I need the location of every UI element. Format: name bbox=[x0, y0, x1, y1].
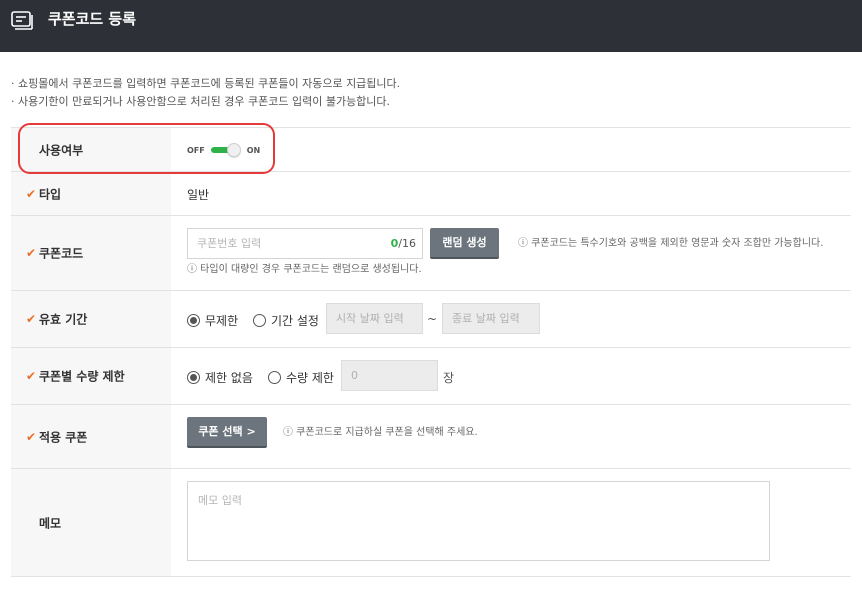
date-range-tilde: ~ bbox=[427, 312, 438, 326]
coupon-code-input[interactable]: 쿠폰번호 입력 0/16 bbox=[187, 228, 423, 259]
label-cell: ✔ 유효 기간 bbox=[11, 291, 171, 347]
memo-label: 메모 bbox=[39, 516, 62, 530]
type-value: 일반 bbox=[187, 188, 210, 202]
code-help-below: ⓘ 타입이 대량인 경우 쿠폰코드는 랜덤으로 생성됩니다. bbox=[187, 264, 422, 275]
row-period: ✔ 유효 기간 무제한 기간 설정 시작 날짜 입력 ~ 종료 날짜 입력 bbox=[11, 291, 851, 348]
radio-dot bbox=[268, 371, 281, 384]
limit-qty-label: 수량 제한 bbox=[286, 371, 334, 385]
coupon-code-placeholder: 쿠폰번호 입력 bbox=[197, 237, 262, 250]
notice-line-1: · 쇼핑몰에서 쿠폰코드를 입력하면 쿠폰코드에 등록된 쿠폰들이 자동으로 지… bbox=[11, 77, 401, 90]
quantity-unit: 장 bbox=[443, 371, 455, 385]
limit-qty-radio[interactable]: 수량 제한 bbox=[268, 369, 334, 386]
quantity-input[interactable]: 0 bbox=[341, 360, 438, 391]
start-date-input[interactable]: 시작 날짜 입력 bbox=[326, 303, 423, 334]
page-header: 쿠폰코드 등록 bbox=[0, 0, 862, 52]
random-generate-button[interactable]: 랜덤 생성 bbox=[430, 228, 499, 259]
radio-dot bbox=[253, 314, 266, 327]
highlight-annotation bbox=[18, 123, 275, 174]
type-label: 타입 bbox=[39, 187, 62, 201]
end-date-input[interactable]: 종료 날짜 입력 bbox=[442, 303, 540, 334]
required-check-icon: ✔ bbox=[26, 246, 37, 260]
radio-dot bbox=[187, 371, 200, 384]
char-counter: 0/16 bbox=[391, 229, 416, 258]
row-memo: 메모 메모 입력 bbox=[11, 469, 851, 577]
row-code: ✔ 쿠폰코드 쿠폰번호 입력 0/16 랜덤 생성 ⓘ 쿠폰코드는 특수기호와 … bbox=[11, 216, 851, 291]
limit-none-radio[interactable]: 제한 없음 bbox=[187, 369, 253, 386]
radio-dot bbox=[187, 314, 200, 327]
apply-help: ⓘ 쿠폰코드로 지급하실 쿠폰을 선택해 주세요. bbox=[283, 427, 478, 438]
row-apply: ✔ 적용 쿠폰 쿠폰 선택 > ⓘ 쿠폰코드로 지급하실 쿠폰을 선택해 주세요… bbox=[11, 405, 851, 469]
notice-line-2: · 사용기한이 만료되거나 사용안함으로 처리된 경우 쿠폰코드 입력이 불가능… bbox=[11, 95, 391, 108]
memo-textarea[interactable]: 메모 입력 bbox=[187, 481, 770, 561]
required-check-icon: ✔ bbox=[26, 369, 37, 383]
period-unlimited-radio[interactable]: 무제한 bbox=[187, 312, 238, 329]
required-check-icon: ✔ bbox=[26, 312, 37, 326]
label-cell: ✔ 타입 bbox=[11, 172, 171, 215]
code-help-right: ⓘ 쿠폰코드는 특수기호와 공백을 제외한 영문과 숫자 조합만 가능합니다. bbox=[518, 238, 824, 249]
apply-label: 적용 쿠폰 bbox=[39, 430, 88, 444]
label-cell: 메모 bbox=[11, 469, 171, 576]
label-cell: ✔ 쿠폰별 수량 제한 bbox=[11, 348, 171, 404]
required-check-icon: ✔ bbox=[26, 429, 37, 444]
coupon-code-form: 사용여부 OFF ON ✔ 타입 일반 ✔ 쿠폰코드 쿠폰번호 입력 0/16 … bbox=[11, 127, 851, 577]
row-type: ✔ 타입 일반 bbox=[11, 172, 851, 216]
label-cell: ✔ 쿠폰코드 bbox=[11, 216, 171, 290]
label-cell: ✔ 적용 쿠폰 bbox=[11, 405, 171, 468]
coupon-list-icon bbox=[11, 11, 33, 30]
char-count-max: /16 bbox=[398, 237, 416, 250]
limit-label: 쿠폰별 수량 제한 bbox=[39, 369, 125, 384]
row-limit: ✔ 쿠폰별 수량 제한 제한 없음 수량 제한 0 장 bbox=[11, 348, 851, 405]
period-set-radio[interactable]: 기간 설정 bbox=[253, 312, 319, 329]
period-unlimited-label: 무제한 bbox=[205, 314, 239, 328]
coupon-select-button[interactable]: 쿠폰 선택 > bbox=[187, 417, 267, 448]
limit-none-label: 제한 없음 bbox=[205, 371, 253, 385]
page-title: 쿠폰코드 등록 bbox=[48, 10, 137, 28]
period-set-label: 기간 설정 bbox=[271, 314, 319, 328]
code-label: 쿠폰코드 bbox=[39, 246, 84, 261]
period-label: 유효 기간 bbox=[39, 312, 88, 327]
required-check-icon: ✔ bbox=[26, 186, 37, 201]
